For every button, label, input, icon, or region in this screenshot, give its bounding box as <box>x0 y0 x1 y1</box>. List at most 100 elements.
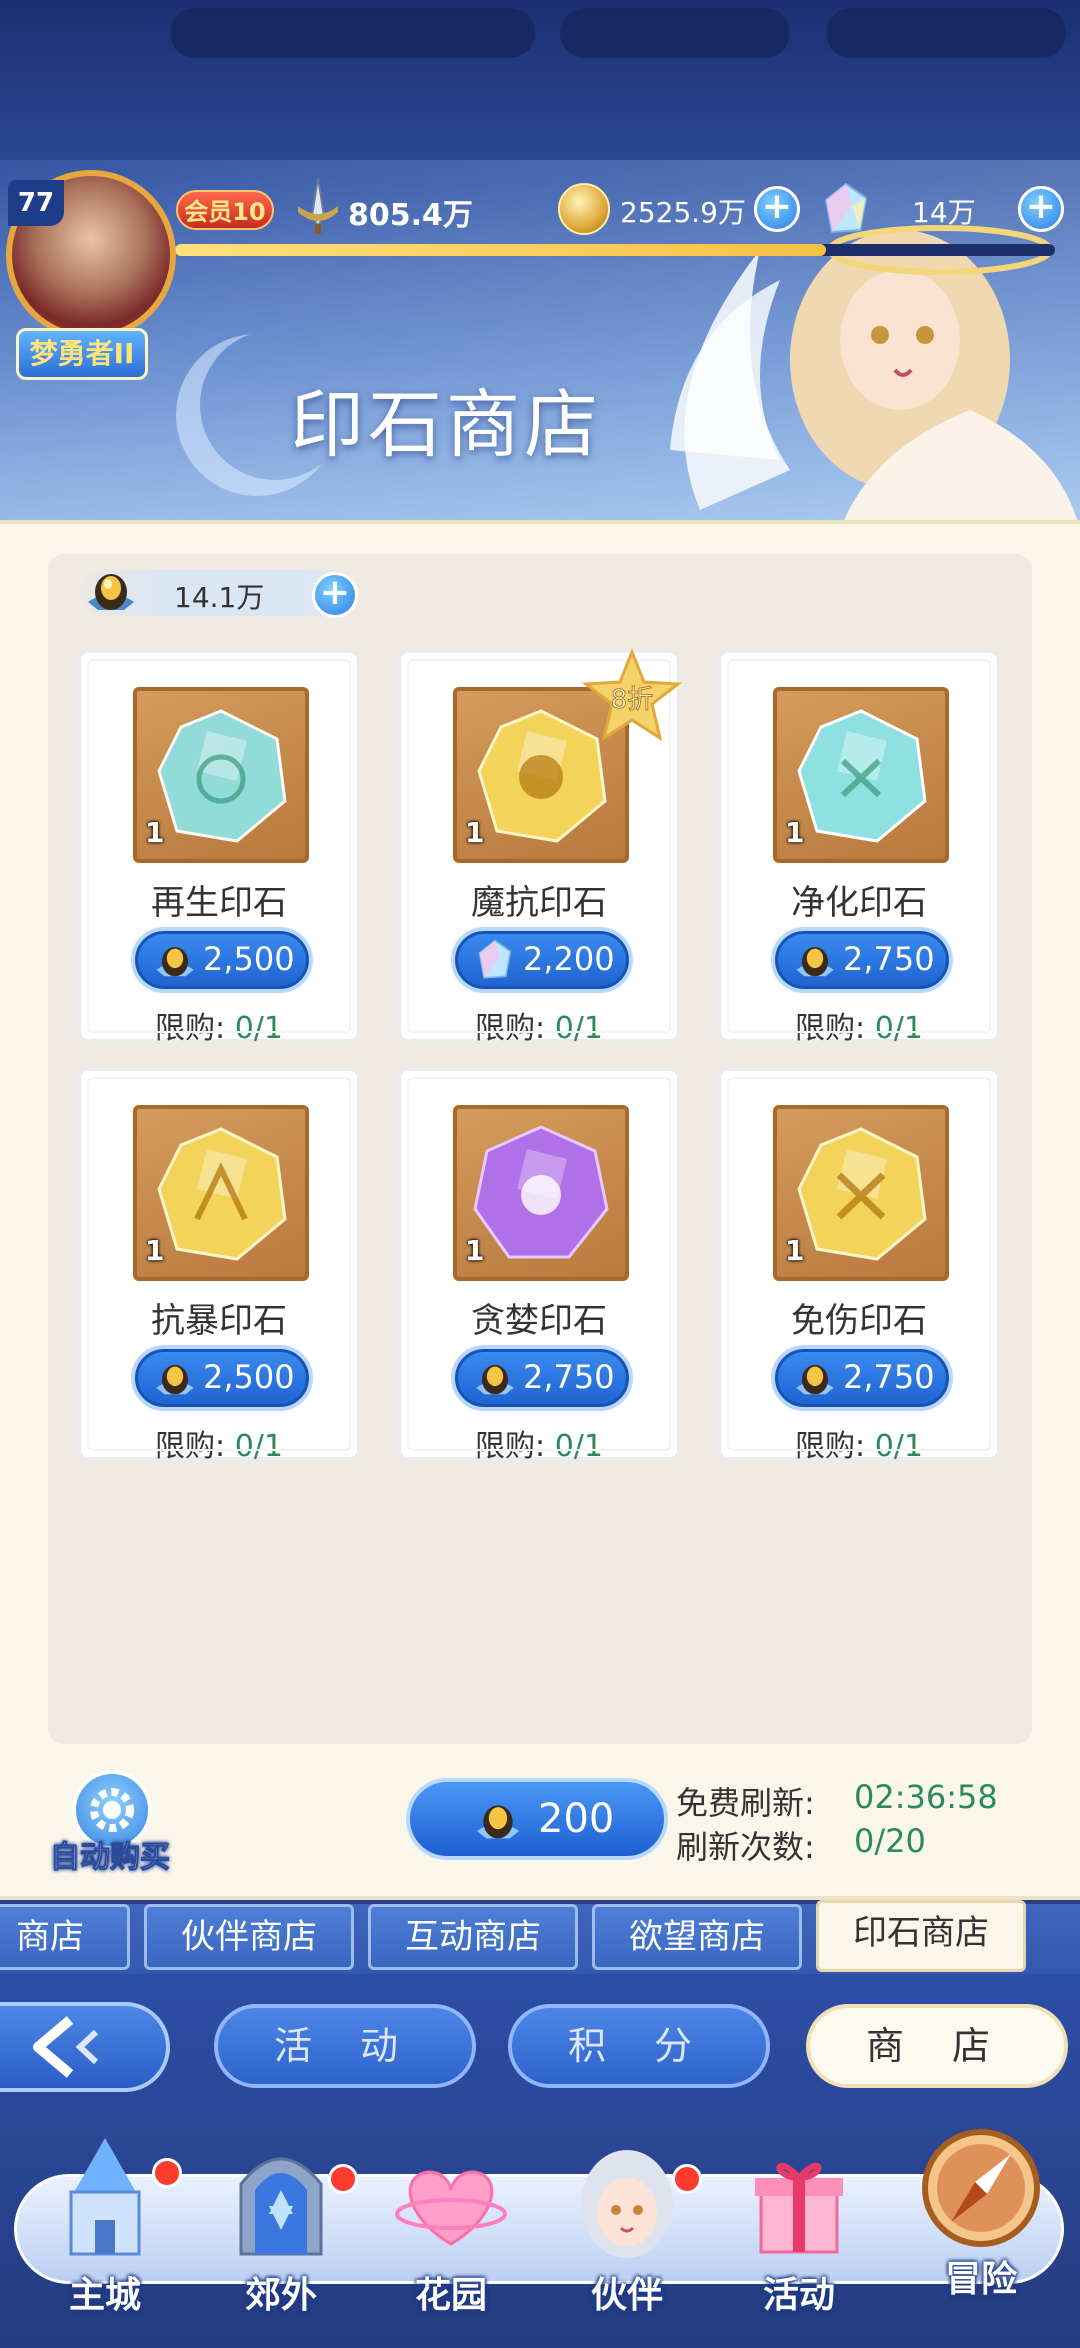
item-frame: 1 <box>133 1105 309 1281</box>
shop-item-card[interactable]: 1 再生印石 2,500 限购: 0/1 <box>78 650 360 1046</box>
buy-button[interactable]: 2,500 <box>131 1345 313 1411</box>
item-price: 2,750 <box>843 940 935 978</box>
discount-text: 8折 <box>611 685 654 715</box>
combat-power-value: 805.4万 <box>348 198 473 233</box>
gold-bar-bg <box>560 8 790 58</box>
notification-dot <box>672 2164 702 2194</box>
purchase-limit-value: 0/1 <box>554 1429 603 1464</box>
add-seal-stone-button[interactable]: + <box>312 572 358 618</box>
purchase-limit-value: 0/1 <box>554 1011 603 1046</box>
crystal-gem-icon <box>824 182 868 234</box>
activity-button[interactable]: 活 动 <box>214 2004 476 2088</box>
purchase-limit-label: 限购: <box>795 1011 866 1046</box>
tab-seal-stone-shop[interactable]: 印石商店 <box>816 1900 1026 1972</box>
angel-character-art <box>670 225 1078 520</box>
free-refresh-row: 免费刷新: 02:36:58 <box>676 1778 998 1824</box>
item-frame: 1 <box>133 687 309 863</box>
item-frame: 1 <box>453 1105 629 1281</box>
dock-outskirts[interactable]: 郊外 <box>206 2134 358 2334</box>
item-name: 贪婪印石 <box>471 1301 607 1341</box>
shop-item-card[interactable]: 1 抗暴印石 2,500 限购: 0/1 <box>78 1068 360 1464</box>
buy-button[interactable]: 2,750 <box>771 1345 953 1411</box>
add-gems-button[interactable]: + <box>1018 186 1064 232</box>
tab-desire-shop[interactable]: 欲望商店 <box>592 1904 802 1970</box>
dock-activity[interactable]: 活动 <box>724 2134 874 2334</box>
vip-badge[interactable]: 会员10 <box>176 190 274 230</box>
purchase-limit-label: 限购: <box>475 1011 546 1046</box>
buy-button[interactable]: 2,500 <box>131 927 313 993</box>
item-name: 再生印石 <box>151 883 287 923</box>
item-name: 净化印石 <box>791 883 927 923</box>
seal-stone-icon <box>796 1364 834 1395</box>
rank-title-badge[interactable]: 梦勇者II <box>16 328 148 380</box>
item-price: 2,200 <box>523 940 615 978</box>
refresh-button[interactable]: 200 <box>406 1778 668 1860</box>
castle-icon <box>69 2138 141 2256</box>
discount-star-badge: 8折 <box>582 648 682 742</box>
dock-garden[interactable]: 花园 <box>376 2134 526 2334</box>
dock-adventure[interactable]: 冒险 <box>906 2118 1056 2318</box>
heart-garden-icon <box>395 2170 507 2246</box>
purchase-limit-value: 0/1 <box>874 1011 923 1046</box>
item-frame: 1 <box>773 687 949 863</box>
dock-label: 伙伴 <box>590 2275 663 2316</box>
dock-label: 郊外 <box>244 2275 317 2316</box>
shop-item-card[interactable]: 1 贪婪印石 2,750 限购: 0/1 <box>398 1068 680 1464</box>
gem-bar-bg <box>826 8 1066 58</box>
shop-item-card[interactable]: 1 净化印石 2,750 限购: 0/1 <box>718 650 1000 1046</box>
item-count: 1 <box>465 1234 485 1267</box>
purchase-limit-value: 0/1 <box>234 1429 283 1464</box>
shop-item-card[interactable]: 1 免伤印石 2,750 限购: 0/1 <box>718 1068 1000 1464</box>
dock-main-city[interactable]: 主城 <box>30 2134 182 2334</box>
item-count: 1 <box>785 816 805 849</box>
buy-button[interactable]: 2,750 <box>771 927 953 993</box>
refresh-count-label: 刷新次数: <box>676 1828 815 1866</box>
item-price: 2,750 <box>523 1358 615 1396</box>
refresh-count-value: 0/20 <box>854 1822 926 1860</box>
purchase-limit: 限购: 0/1 <box>81 1421 357 1465</box>
refresh-cost: 200 <box>538 1796 615 1842</box>
sub-navigation: 活 动 积 分 商 店 <box>0 1974 1080 2124</box>
purchase-limit-label: 限购: <box>475 1429 546 1464</box>
purchase-limit: 限购: 0/1 <box>81 1003 357 1047</box>
item-count: 1 <box>145 816 165 849</box>
tab-shop[interactable]: 商店 <box>0 1904 130 1970</box>
dock-label: 主城 <box>68 2275 141 2316</box>
purchase-limit: 限购: 0/1 <box>721 1421 997 1465</box>
seal-stone-icon <box>156 946 194 977</box>
tab-partner-shop[interactable]: 伙伴商店 <box>144 1904 354 1970</box>
add-gold-button[interactable]: + <box>754 186 800 232</box>
gold-value: 2525.9万 <box>620 196 746 229</box>
back-button[interactable] <box>0 2002 170 2092</box>
buy-button[interactable]: 2,200 <box>451 927 633 993</box>
item-count: 1 <box>785 1234 805 1267</box>
free-refresh-label: 免费刷新: <box>676 1784 815 1822</box>
item-price: 2,500 <box>203 1358 295 1396</box>
dock-label: 冒险 <box>944 2259 1017 2300</box>
experience-fill <box>175 244 827 256</box>
item-count: 1 <box>145 1234 165 1267</box>
free-refresh-timer: 02:36:58 <box>854 1778 998 1816</box>
item-count: 1 <box>465 816 485 849</box>
purchase-limit-label: 限购: <box>795 1429 866 1464</box>
item-frame: 1 <box>773 1105 949 1281</box>
shop-button[interactable]: 商 店 <box>806 2004 1068 2088</box>
seal-stone-icon <box>88 574 134 610</box>
gift-box-icon <box>755 2163 843 2254</box>
shop-tab-bar: 商店 伙伴商店 互动商店 欲望商店 印石商店 <box>0 1900 1080 1974</box>
item-name: 魔抗印石 <box>471 883 607 923</box>
bottom-dock: 主城 郊外 花园 伙伴 活动 冒险 <box>0 2124 1080 2348</box>
auto-buy-label[interactable]: 自动购买 <box>50 1832 171 1876</box>
page-title: 印石商店 <box>290 382 602 468</box>
seal-stone-icon <box>156 1364 194 1395</box>
buy-button[interactable]: 2,750 <box>451 1345 633 1411</box>
tab-interaction-shop[interactable]: 互动商店 <box>368 1904 578 1970</box>
item-price: 2,750 <box>843 1358 935 1396</box>
dock-label: 活动 <box>762 2275 835 2316</box>
dock-partner[interactable]: 伙伴 <box>552 2134 702 2334</box>
points-button[interactable]: 积 分 <box>508 2004 770 2088</box>
compass-icon <box>922 2129 1040 2247</box>
crystal-gem-icon <box>478 939 512 979</box>
gold-coin-icon <box>558 183 610 235</box>
purchase-limit: 限购: 0/1 <box>401 1421 677 1465</box>
